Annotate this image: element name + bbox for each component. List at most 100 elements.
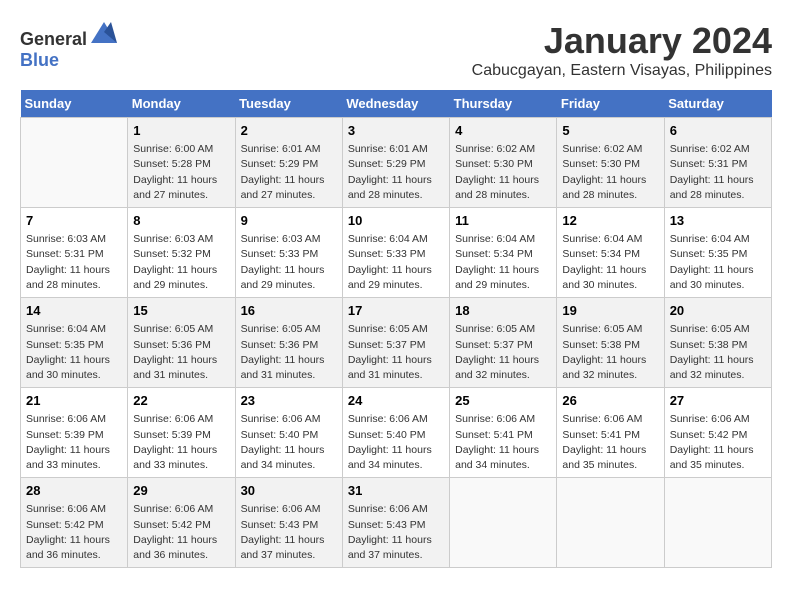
day-number: 26 (562, 392, 658, 410)
day-info: Sunrise: 6:06 AM Sunset: 5:42 PM Dayligh… (26, 502, 122, 563)
day-info: Sunrise: 6:02 AM Sunset: 5:30 PM Dayligh… (455, 142, 551, 203)
day-info: Sunrise: 6:05 AM Sunset: 5:38 PM Dayligh… (670, 322, 766, 383)
day-cell: 22 Sunrise: 6:06 AM Sunset: 5:39 PM Dayli… (128, 388, 235, 478)
day-info: Sunrise: 6:06 AM Sunset: 5:39 PM Dayligh… (133, 412, 229, 473)
day-info: Sunrise: 6:02 AM Sunset: 5:30 PM Dayligh… (562, 142, 658, 203)
weekday-header-row: SundayMondayTuesdayWednesdayThursdayFrid… (21, 90, 772, 118)
day-cell: 21 Sunrise: 6:06 AM Sunset: 5:39 PM Dayli… (21, 388, 128, 478)
weekday-header-tuesday: Tuesday (235, 90, 342, 118)
week-row-3: 14Sunrise: 6:04 AM Sunset: 5:35 PM Dayli… (21, 298, 772, 388)
day-info: Sunrise: 6:05 AM Sunset: 5:37 PM Dayligh… (455, 322, 551, 383)
day-info: Sunrise: 6:06 AM Sunset: 5:39 PM Dayligh… (26, 412, 122, 473)
day-number: 21 (26, 392, 122, 410)
day-info: Sunrise: 6:05 AM Sunset: 5:38 PM Dayligh… (562, 322, 658, 383)
day-info: Sunrise: 6:05 AM Sunset: 5:36 PM Dayligh… (241, 322, 337, 383)
day-number: 31 (348, 482, 444, 500)
day-cell: 28 Sunrise: 6:06 AM Sunset: 5:42 PM Dayli… (21, 478, 128, 568)
day-cell: 20 Sunrise: 6:05 AM Sunset: 5:38 PM Dayli… (664, 298, 771, 388)
day-cell (21, 118, 128, 208)
day-cell: 19 Sunrise: 6:05 AM Sunset: 5:38 PM Dayli… (557, 298, 664, 388)
day-info: Sunrise: 6:04 AM Sunset: 5:35 PM Dayligh… (670, 232, 766, 293)
day-info: Sunrise: 6:03 AM Sunset: 5:33 PM Dayligh… (241, 232, 337, 293)
day-number: 3 (348, 122, 444, 140)
week-row-4: 21 Sunrise: 6:06 AM Sunset: 5:39 PM Dayli… (21, 388, 772, 478)
day-cell: 1 Sunrise: 6:00 AM Sunset: 5:28 PM Daylig… (128, 118, 235, 208)
day-number: 1 (133, 122, 229, 140)
weekday-header-monday: Monday (128, 90, 235, 118)
day-number: 16 (241, 302, 337, 320)
day-number: 19 (562, 302, 658, 320)
day-number: 28 (26, 482, 122, 500)
day-number: 5 (562, 122, 658, 140)
day-cell: 14Sunrise: 6:04 AM Sunset: 5:35 PM Dayli… (21, 298, 128, 388)
day-cell: 16 Sunrise: 6:05 AM Sunset: 5:36 PM Dayli… (235, 298, 342, 388)
day-number: 20 (670, 302, 766, 320)
day-info: Sunrise: 6:05 AM Sunset: 5:36 PM Dayligh… (133, 322, 229, 383)
day-cell: 25 Sunrise: 6:06 AM Sunset: 5:41 PM Dayli… (450, 388, 557, 478)
day-number: 29 (133, 482, 229, 500)
day-cell: 4 Sunrise: 6:02 AM Sunset: 5:30 PM Daylig… (450, 118, 557, 208)
day-number: 4 (455, 122, 551, 140)
weekday-header-wednesday: Wednesday (342, 90, 449, 118)
day-number: 2 (241, 122, 337, 140)
day-number: 17 (348, 302, 444, 320)
day-cell: 23 Sunrise: 6:06 AM Sunset: 5:40 PM Dayli… (235, 388, 342, 478)
day-info: Sunrise: 6:04 AM Sunset: 5:34 PM Dayligh… (455, 232, 551, 293)
day-cell: 5 Sunrise: 6:02 AM Sunset: 5:30 PM Daylig… (557, 118, 664, 208)
day-info: Sunrise: 6:06 AM Sunset: 5:43 PM Dayligh… (348, 502, 444, 563)
day-cell: 18Sunrise: 6:05 AM Sunset: 5:37 PM Dayli… (450, 298, 557, 388)
day-number: 27 (670, 392, 766, 410)
day-number: 11 (455, 212, 551, 230)
day-info: Sunrise: 6:06 AM Sunset: 5:40 PM Dayligh… (241, 412, 337, 473)
title-area: January 2024 Cabucgayan, Eastern Visayas… (472, 20, 772, 80)
day-number: 14 (26, 302, 122, 320)
day-info: Sunrise: 6:06 AM Sunset: 5:42 PM Dayligh… (133, 502, 229, 563)
day-cell: 3Sunrise: 6:01 AM Sunset: 5:29 PM Daylig… (342, 118, 449, 208)
week-row-1: 1 Sunrise: 6:00 AM Sunset: 5:28 PM Daylig… (21, 118, 772, 208)
logo-general: General (20, 29, 87, 49)
day-info: Sunrise: 6:03 AM Sunset: 5:31 PM Dayligh… (26, 232, 122, 293)
day-number: 10 (348, 212, 444, 230)
day-cell: 12 Sunrise: 6:04 AM Sunset: 5:34 PM Dayli… (557, 208, 664, 298)
day-cell: 26 Sunrise: 6:06 AM Sunset: 5:41 PM Dayli… (557, 388, 664, 478)
day-number: 8 (133, 212, 229, 230)
day-info: Sunrise: 6:01 AM Sunset: 5:29 PM Dayligh… (241, 142, 337, 203)
main-title: January 2024 (472, 20, 772, 62)
day-info: Sunrise: 6:06 AM Sunset: 5:41 PM Dayligh… (455, 412, 551, 473)
day-info: Sunrise: 6:06 AM Sunset: 5:40 PM Dayligh… (348, 412, 444, 473)
day-number: 24 (348, 392, 444, 410)
day-info: Sunrise: 6:04 AM Sunset: 5:34 PM Dayligh… (562, 232, 658, 293)
logo-icon (89, 20, 119, 45)
day-info: Sunrise: 6:06 AM Sunset: 5:43 PM Dayligh… (241, 502, 337, 563)
day-cell: 9 Sunrise: 6:03 AM Sunset: 5:33 PM Daylig… (235, 208, 342, 298)
logo-blue: Blue (20, 50, 59, 70)
day-cell: 29 Sunrise: 6:06 AM Sunset: 5:42 PM Dayli… (128, 478, 235, 568)
day-number: 22 (133, 392, 229, 410)
day-number: 12 (562, 212, 658, 230)
logo: General Blue (20, 20, 119, 71)
day-number: 23 (241, 392, 337, 410)
day-info: Sunrise: 6:06 AM Sunset: 5:42 PM Dayligh… (670, 412, 766, 473)
subtitle: Cabucgayan, Eastern Visayas, Philippines (472, 62, 772, 80)
header: General Blue January 2024 Cabucgayan, Ea… (20, 20, 772, 80)
day-cell: 2 Sunrise: 6:01 AM Sunset: 5:29 PM Daylig… (235, 118, 342, 208)
day-info: Sunrise: 6:06 AM Sunset: 5:41 PM Dayligh… (562, 412, 658, 473)
day-cell (664, 478, 771, 568)
day-cell: 8 Sunrise: 6:03 AM Sunset: 5:32 PM Daylig… (128, 208, 235, 298)
day-cell: 30Sunrise: 6:06 AM Sunset: 5:43 PM Dayli… (235, 478, 342, 568)
day-info: Sunrise: 6:04 AM Sunset: 5:33 PM Dayligh… (348, 232, 444, 293)
day-info: Sunrise: 6:03 AM Sunset: 5:32 PM Dayligh… (133, 232, 229, 293)
weekday-header-thursday: Thursday (450, 90, 557, 118)
day-number: 13 (670, 212, 766, 230)
day-cell: 7Sunrise: 6:03 AM Sunset: 5:31 PM Daylig… (21, 208, 128, 298)
week-row-2: 7Sunrise: 6:03 AM Sunset: 5:31 PM Daylig… (21, 208, 772, 298)
day-cell (450, 478, 557, 568)
day-number: 25 (455, 392, 551, 410)
day-number: 6 (670, 122, 766, 140)
day-cell: 11 Sunrise: 6:04 AM Sunset: 5:34 PM Dayli… (450, 208, 557, 298)
weekday-header-sunday: Sunday (21, 90, 128, 118)
day-number: 15 (133, 302, 229, 320)
day-info: Sunrise: 6:00 AM Sunset: 5:28 PM Dayligh… (133, 142, 229, 203)
day-number: 9 (241, 212, 337, 230)
day-cell: 10 Sunrise: 6:04 AM Sunset: 5:33 PM Dayli… (342, 208, 449, 298)
